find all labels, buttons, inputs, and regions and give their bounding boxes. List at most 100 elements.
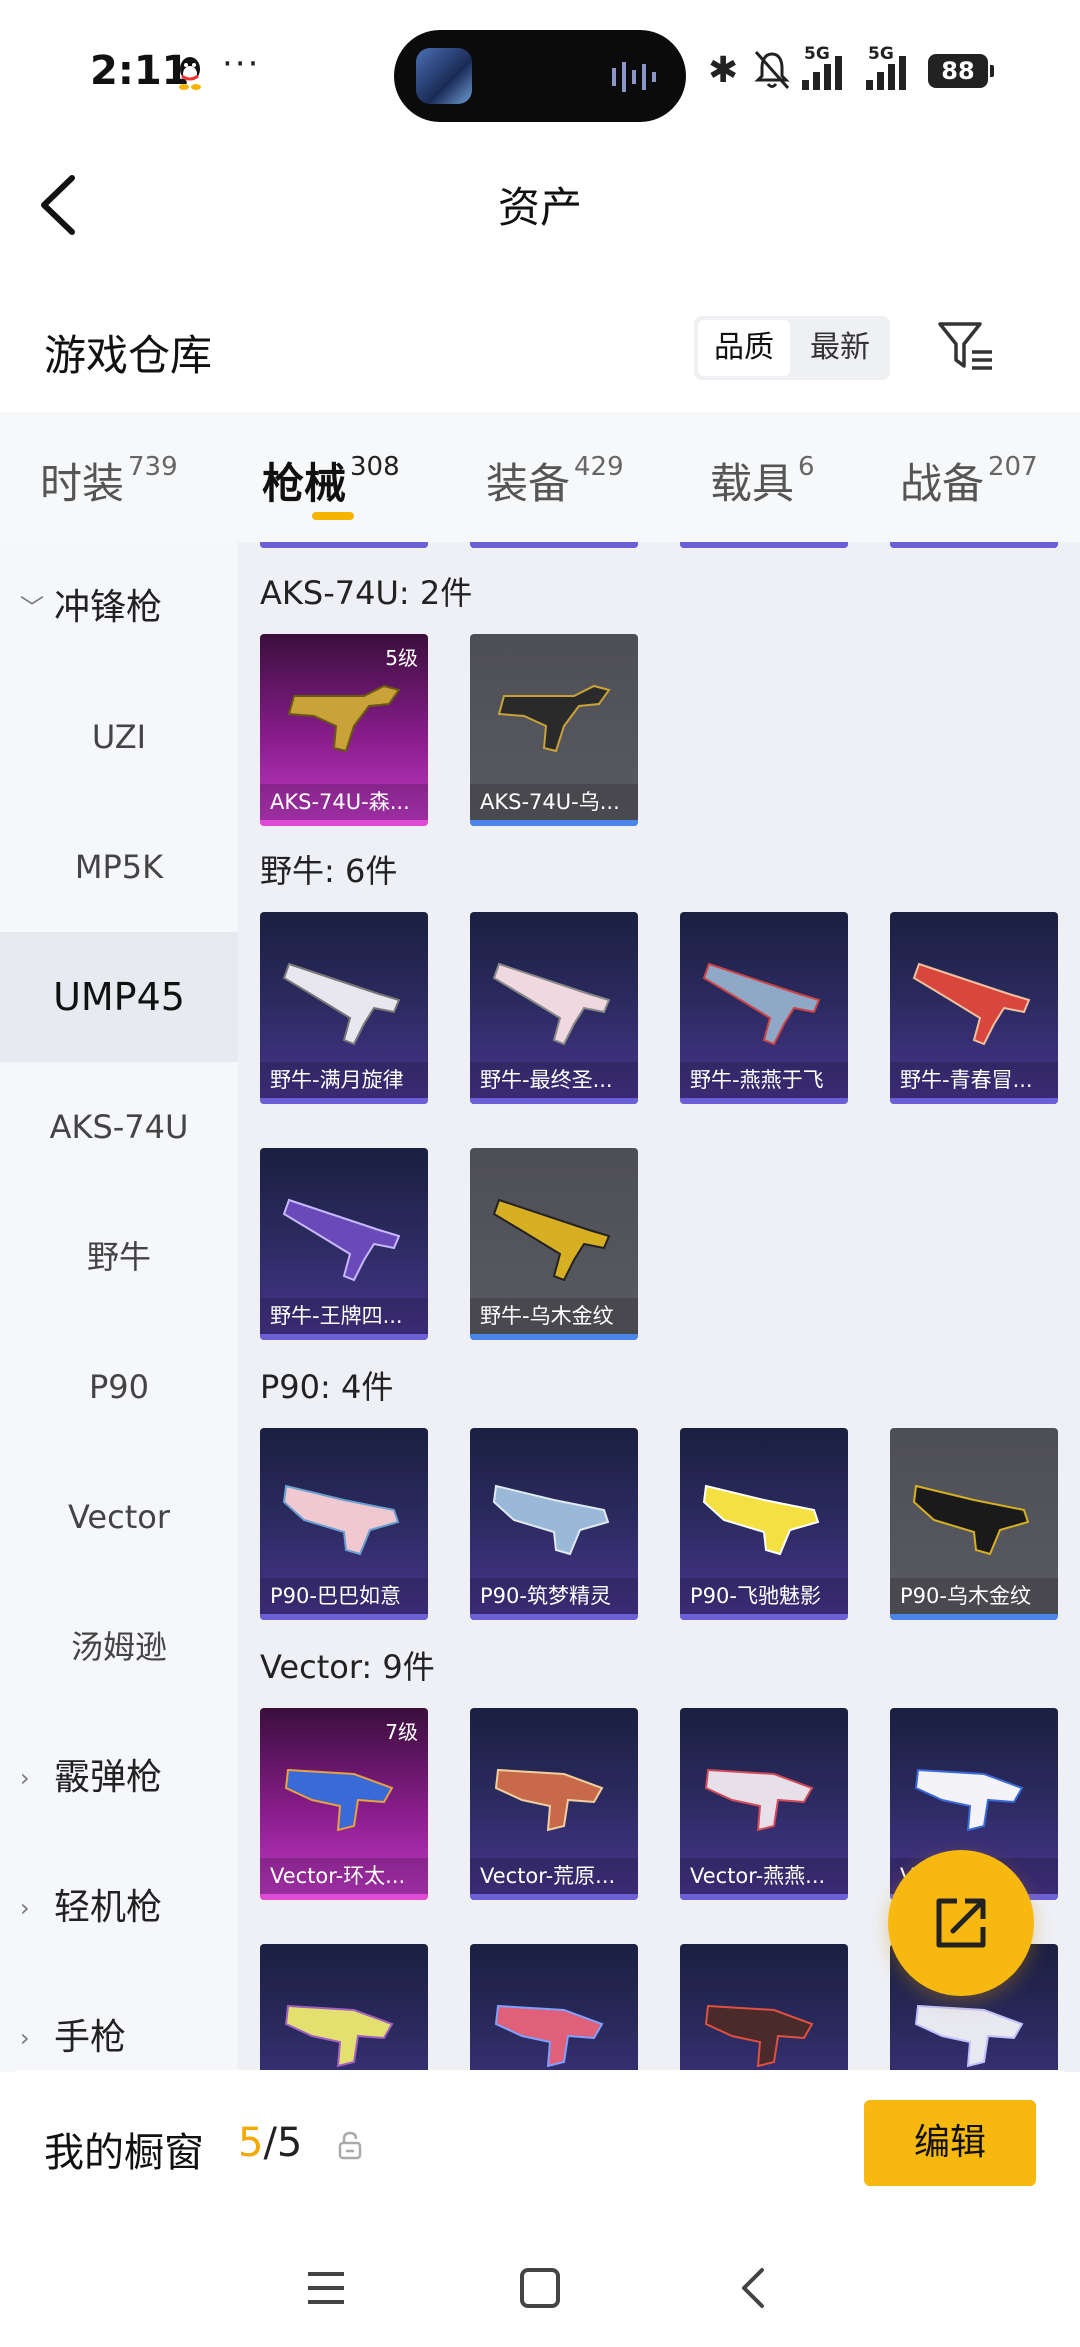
weapon-image — [492, 962, 611, 1046]
external-link-icon — [936, 1898, 986, 1948]
showcase-label: 我的橱窗 — [44, 2130, 204, 2176]
weapon-name: 野牛-乌木金纹 — [470, 1298, 638, 1334]
weapon-card[interactable] — [680, 1944, 848, 2072]
status-bar: 2:11 ··· ✱ 5G 5G 88 — [0, 0, 1080, 140]
weapon-image — [284, 1768, 394, 1832]
weapon-card[interactable]: 野牛-王牌四... — [260, 1148, 428, 1340]
weapon-card-partial[interactable] — [680, 542, 848, 548]
section-title: AKS-74U: 2件 — [260, 574, 473, 612]
rarity-stripe — [470, 820, 638, 826]
weapon-name: P90-飞驰魅影 — [680, 1578, 848, 1614]
weapon-card[interactable] — [260, 1944, 428, 2072]
weapon-name: 野牛-青春冒... — [890, 1062, 1058, 1098]
sidebar-group-label: 冲锋枪 — [54, 587, 163, 628]
tab-count: 207 — [988, 452, 1038, 482]
tab-count: 429 — [574, 452, 624, 482]
rarity-stripe — [470, 1098, 638, 1104]
rarity-stripe — [260, 1334, 428, 1340]
weapon-name: P90-筑梦精灵 — [470, 1578, 638, 1614]
weapon-card[interactable]: P90-乌木金纹 — [890, 1428, 1058, 1620]
edit-button[interactable]: 编辑 — [864, 2100, 1036, 2186]
weapon-card[interactable]: 7级 Vector-环太... — [260, 1708, 428, 1900]
level-badge: 5级 — [385, 646, 418, 670]
weapon-name: 野牛-最终圣... — [470, 1062, 638, 1098]
weapon-name: 野牛-燕燕于飞 — [680, 1062, 848, 1098]
bluetooth-icon: ✱ — [708, 50, 739, 91]
weapon-image — [494, 2004, 604, 2068]
weapon-name: Vector-燕燕... — [680, 1858, 848, 1894]
sidebar-item-aks74u[interactable]: AKS-74U — [0, 1062, 238, 1192]
weapon-card-partial[interactable] — [260, 542, 428, 548]
weapon-name: AKS-74U-森... — [260, 784, 428, 820]
sort-quality-button[interactable]: 品质 — [698, 320, 790, 376]
rarity-stripe — [260, 1614, 428, 1620]
weapon-card[interactable]: P90-飞驰魅影 — [680, 1428, 848, 1620]
sidebar-item-mp5k[interactable]: MP5K — [0, 802, 238, 932]
lock-icon — [338, 2131, 362, 2160]
rarity-stripe — [260, 820, 428, 826]
filter-icon[interactable] — [936, 316, 996, 376]
rarity-stripe — [470, 542, 638, 548]
sidebar-item-p90[interactable]: P90 — [0, 1322, 238, 1452]
tab-equipment[interactable]: 装备 429 — [486, 450, 624, 511]
rarity-stripe — [890, 1614, 1058, 1620]
back-icon[interactable] — [724, 2260, 784, 2316]
showcase-count-total: /5 — [263, 2120, 303, 2166]
weapon-card[interactable]: Vector-荒原... — [470, 1708, 638, 1900]
weapon-grid: AKS-74U: 2件 5级 AKS-74U-森... AKS-74U-乌...… — [238, 542, 1080, 2072]
weapon-card[interactable]: AKS-74U-乌... — [470, 634, 638, 826]
weapon-card[interactable]: P90-巴巴如意 — [260, 1428, 428, 1620]
sidebar-item-ump45[interactable]: UMP45 — [0, 932, 238, 1062]
sidebar-group-smg[interactable]: ﹀ 冲锋枪 — [0, 548, 238, 668]
rarity-stripe — [890, 542, 1058, 548]
audio-wave-icon — [612, 62, 656, 92]
rarity-stripe — [470, 1614, 638, 1620]
network-type: 5G — [804, 44, 830, 64]
tab-label: 战备 — [900, 459, 985, 508]
section-title: 野牛: 6件 — [260, 852, 398, 890]
chevron-down-icon: ﹀ — [20, 594, 44, 622]
weapon-name: Vector-荒原... — [470, 1858, 638, 1894]
rarity-stripe — [260, 1894, 428, 1900]
weapon-card[interactable]: 野牛-乌木金纹 — [470, 1148, 638, 1340]
rarity-stripe — [470, 1334, 638, 1340]
weapon-image — [282, 962, 401, 1046]
weapon-card[interactable]: 野牛-燕燕于飞 — [680, 912, 848, 1104]
active-tab-indicator — [312, 512, 354, 520]
sidebar-item-vector[interactable]: Vector — [0, 1452, 238, 1582]
weapon-card[interactable]: 5级 AKS-74U-森... — [260, 634, 428, 826]
weapon-image — [494, 1768, 604, 1832]
weapon-card[interactable]: 野牛-满月旋律 — [260, 912, 428, 1104]
tab-fashion[interactable]: 时装 739 — [40, 450, 178, 511]
chevron-right-icon: › — [20, 1894, 30, 1922]
weapon-card-partial[interactable] — [470, 542, 638, 548]
tab-vehicles[interactable]: 载具 6 — [710, 450, 815, 511]
sidebar-group-shotgun[interactable]: › 霰弹枪 — [0, 1718, 238, 1838]
weapon-card[interactable]: 野牛-青春冒... — [890, 912, 1058, 1104]
tab-count: 739 — [128, 452, 178, 482]
home-icon[interactable] — [510, 2260, 570, 2316]
media-thumbnail — [416, 48, 472, 104]
rarity-stripe — [890, 1098, 1058, 1104]
sidebar-item-bizon[interactable]: 野牛 — [0, 1192, 238, 1322]
rarity-stripe — [680, 542, 848, 548]
sidebar-group-lmg[interactable]: › 轻机枪 — [0, 1848, 238, 1968]
sort-newest-button[interactable]: 最新 — [794, 320, 886, 376]
weapon-name: 野牛-满月旋律 — [260, 1062, 428, 1098]
tab-supplies[interactable]: 战备 207 — [900, 450, 1038, 511]
weapon-image — [282, 1484, 400, 1556]
tab-weapons[interactable]: 枪械 308 — [262, 450, 400, 511]
warehouse-title: 游戏仓库 — [44, 331, 213, 380]
weapon-card[interactable]: P90-筑梦精灵 — [470, 1428, 638, 1620]
weapon-card[interactable] — [470, 1944, 638, 2072]
weapon-card[interactable]: Vector-燕燕... — [680, 1708, 848, 1900]
sidebar-item-uzi[interactable]: UZI — [0, 672, 238, 802]
showcase-bar: 我的橱窗 5/5 编辑 — [0, 2070, 1080, 2220]
weapon-image — [704, 2004, 814, 2068]
menu-icon[interactable] — [296, 2260, 356, 2316]
dynamic-island[interactable] — [394, 30, 686, 122]
weapon-card[interactable]: 野牛-最终圣... — [470, 912, 638, 1104]
weapon-card-partial[interactable] — [890, 542, 1058, 548]
share-button[interactable] — [888, 1850, 1034, 1996]
sidebar-item-thompson[interactable]: 汤姆逊 — [0, 1582, 238, 1712]
